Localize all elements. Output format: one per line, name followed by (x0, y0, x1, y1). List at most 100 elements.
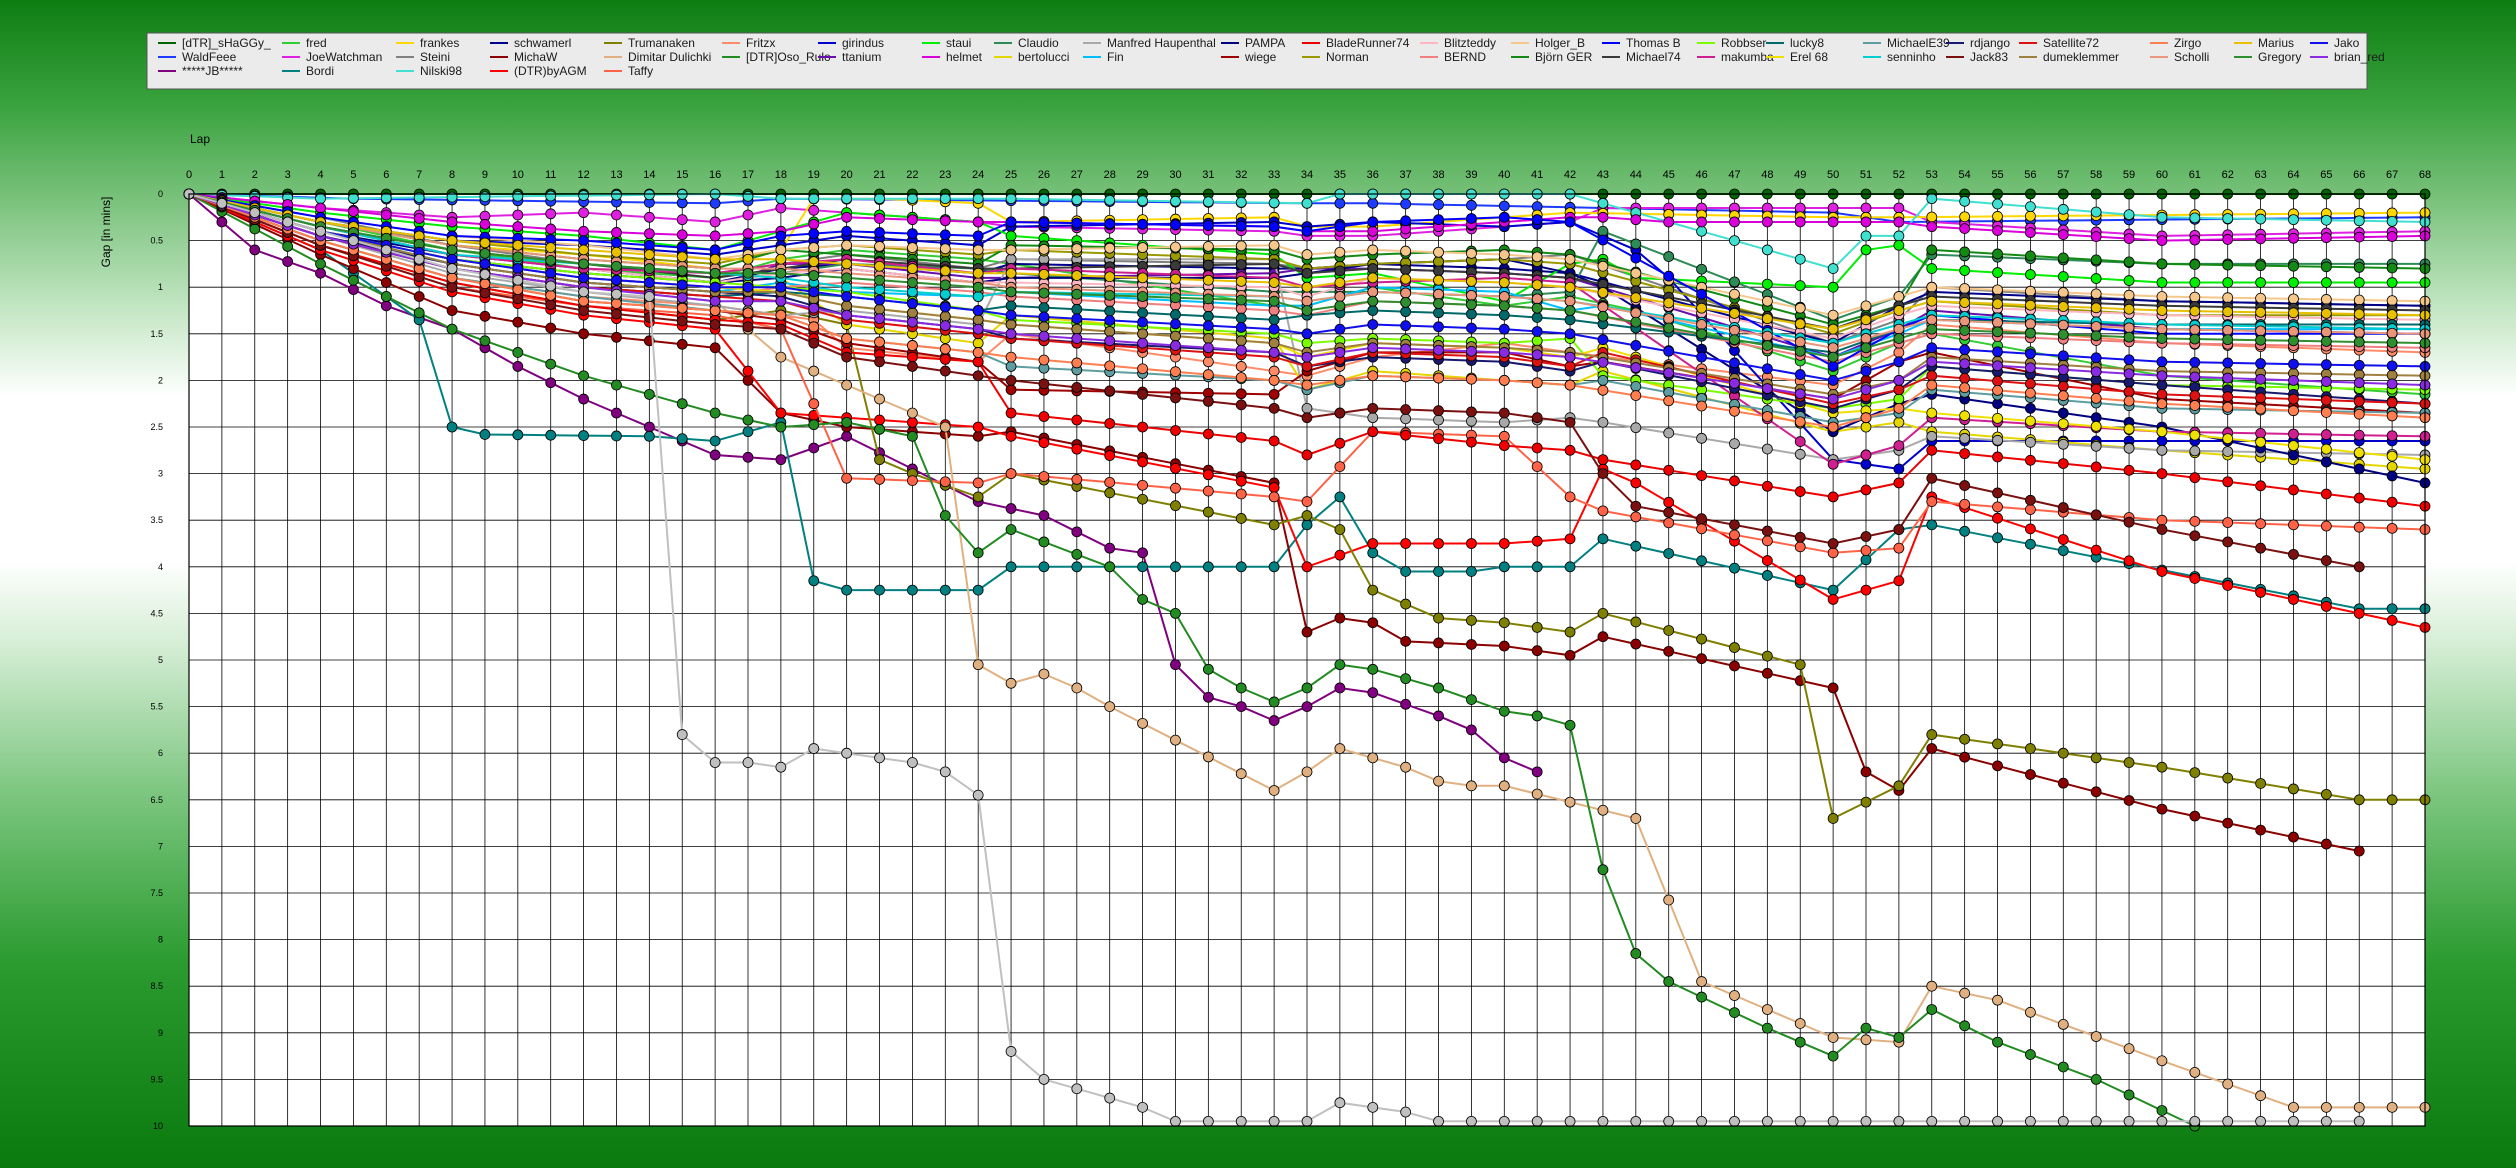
data-point (2090, 544, 2102, 556)
data-point (1170, 608, 1181, 619)
x-tick-label: 0 (186, 169, 192, 181)
data-point (2090, 1031, 2102, 1042)
data-point (1005, 468, 1017, 480)
data-point (1893, 333, 1905, 344)
data-point (1268, 258, 1280, 270)
data-point (2189, 356, 2201, 368)
data-point (775, 309, 787, 321)
data-point (1630, 540, 1642, 552)
data-point (775, 295, 787, 307)
data-point (808, 270, 820, 281)
data-point (1202, 333, 1214, 344)
data-point (2386, 794, 2398, 806)
data-point (1761, 570, 1773, 581)
data-point (1005, 253, 1017, 265)
data-point (1104, 487, 1116, 499)
data-point (611, 237, 622, 249)
data-point (2189, 515, 2201, 527)
data-point (1433, 256, 1444, 267)
data-point (1268, 482, 1280, 493)
data-point (2156, 444, 2168, 456)
data-point (1761, 535, 1773, 547)
data-point (2057, 407, 2069, 419)
data-point (1334, 347, 1346, 358)
data-point (2156, 524, 2168, 535)
data-point (1071, 313, 1083, 325)
x-tick-label: 43 (1597, 169, 1609, 181)
data-point (1202, 751, 1214, 763)
legend-label: Thomas B (1626, 36, 1681, 50)
legend-label: wiege (1244, 50, 1277, 64)
data-point (1071, 443, 1083, 455)
data-point (2320, 308, 2332, 319)
data-point (1104, 218, 1116, 230)
data-point (1334, 612, 1346, 624)
legend-label: Björn GER (1535, 50, 1593, 64)
data-point (1531, 279, 1543, 291)
data-point (1498, 1115, 1510, 1127)
data-point (1268, 561, 1280, 573)
data-point (2057, 350, 2069, 362)
data-point (2090, 392, 2102, 404)
data-point (2156, 379, 2168, 391)
data-point (972, 216, 984, 228)
data-point (1860, 545, 1872, 556)
data-point (1959, 751, 1971, 763)
data-point (611, 379, 622, 391)
y-tick-label: 8 (158, 935, 163, 945)
data-point (2222, 476, 2234, 488)
data-point (1202, 561, 1214, 573)
y-tick-label: 7.5 (150, 888, 163, 898)
data-point (2025, 210, 2036, 222)
data-point (1005, 407, 1017, 419)
data-point (2025, 348, 2036, 360)
legend-label: schwamerl (514, 36, 571, 50)
data-point (2353, 261, 2365, 273)
data-point (1531, 302, 1543, 314)
data-point (1005, 193, 1017, 205)
data-point (1926, 496, 1938, 507)
data-point (348, 206, 359, 217)
data-point (907, 416, 918, 428)
data-point (2156, 803, 2168, 815)
data-point (2025, 436, 2036, 448)
data-point (1761, 383, 1773, 394)
data-point (1531, 621, 1543, 633)
data-point (1235, 196, 1247, 208)
data-point (1893, 356, 1905, 368)
data-point (1005, 216, 1017, 228)
data-point (2288, 358, 2299, 370)
data-point (874, 303, 885, 315)
data-point (1959, 432, 1971, 444)
data-point (545, 208, 557, 220)
data-point (972, 547, 984, 559)
data-point (2288, 484, 2299, 496)
data-point (1400, 673, 1412, 685)
data-point (643, 421, 655, 433)
data-point (775, 421, 787, 433)
data-point (1301, 1115, 1313, 1127)
data-point (1301, 197, 1313, 209)
data-point (1959, 265, 1971, 276)
data-point (2156, 305, 2168, 316)
data-point (808, 242, 820, 253)
data-point (1926, 221, 1938, 233)
data-point (1170, 425, 1181, 436)
data-point (808, 575, 820, 587)
data-point (1926, 1004, 1938, 1015)
data-point (1170, 219, 1181, 231)
data-point (742, 426, 754, 438)
data-point (1334, 246, 1346, 258)
data-point (1597, 234, 1609, 246)
data-point (2189, 472, 2201, 484)
data-point (1531, 535, 1543, 547)
data-point (1860, 484, 1872, 496)
data-point (2156, 258, 2168, 270)
data-point (2123, 516, 2135, 528)
data-point (2189, 810, 2201, 822)
data-point (1926, 323, 1938, 335)
data-point (1466, 780, 1477, 792)
data-point (1564, 281, 1576, 293)
data-point (1071, 194, 1083, 206)
x-tick-label: 67 (2386, 169, 2398, 181)
